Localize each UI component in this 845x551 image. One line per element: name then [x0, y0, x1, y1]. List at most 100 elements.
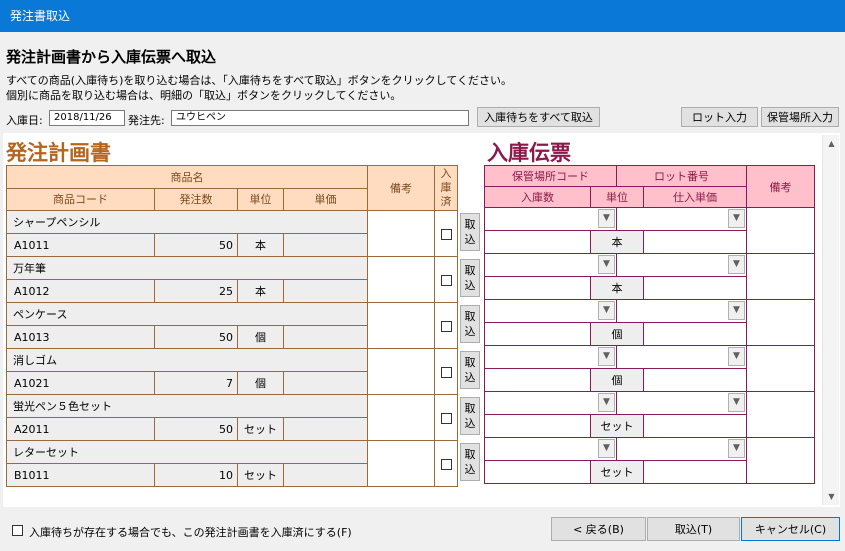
order-unit: セット	[237, 463, 284, 487]
unit-price-field[interactable]	[643, 368, 747, 392]
product-name: 万年筆	[6, 256, 368, 280]
chevron-down-icon[interactable]: ▼	[728, 393, 745, 412]
receipt-quantity-field[interactable]	[484, 414, 591, 438]
receipt-quantity-field[interactable]	[484, 230, 591, 254]
import-all-button[interactable]: 入庫待ちをすべて取込	[477, 107, 600, 127]
receipt-title: 入庫伝票	[487, 141, 571, 165]
memo-cell[interactable]	[367, 256, 435, 303]
row-import-label: 取込	[464, 448, 476, 476]
back-button[interactable]: < 戻る(B)	[551, 517, 646, 541]
row-import-button[interactable]: 取込	[460, 213, 480, 251]
memo-cell[interactable]	[367, 302, 435, 349]
receipt-memo-cell[interactable]	[746, 391, 815, 438]
row-import-label: 取込	[464, 218, 476, 246]
chevron-down-icon[interactable]: ▼	[598, 301, 615, 320]
location-code-select[interactable]: ▼	[484, 299, 617, 323]
header-receipt-memo: 備考	[746, 165, 815, 208]
unit-price-field[interactable]	[643, 230, 747, 254]
vertical-scrollbar[interactable]: ▲ ▼	[822, 135, 839, 505]
lot-number-select[interactable]: ▼	[616, 207, 747, 231]
memo-cell[interactable]	[367, 394, 435, 441]
chevron-down-icon[interactable]: ▼	[598, 209, 615, 228]
lot-number-select[interactable]: ▼	[616, 437, 747, 461]
receipt-memo-cell[interactable]	[746, 253, 815, 300]
memo-cell[interactable]	[367, 348, 435, 395]
row-import-label: 取込	[464, 402, 476, 430]
product-code: A1021	[6, 371, 155, 395]
receipt-memo-cell[interactable]	[746, 437, 815, 484]
force-received-checkbox[interactable]	[12, 525, 23, 536]
chevron-down-icon[interactable]: ▼	[598, 347, 615, 366]
location-code-select[interactable]: ▼	[484, 391, 617, 415]
unit-price-field[interactable]	[643, 322, 747, 346]
product-code: A2011	[6, 417, 155, 441]
order-unit: 本	[237, 233, 284, 257]
row-import-button[interactable]: 取込	[460, 305, 480, 343]
product-name: ペンケース	[6, 302, 368, 326]
memo-cell[interactable]	[367, 210, 435, 257]
chevron-down-icon[interactable]: ▼	[728, 255, 745, 274]
row-import-button[interactable]: 取込	[460, 259, 480, 297]
received-checkbox[interactable]	[440, 228, 452, 240]
receipt-quantity-field[interactable]	[484, 276, 591, 300]
receipt-memo-cell[interactable]	[746, 345, 815, 392]
order-quantity: 50	[154, 233, 238, 257]
received-cell	[434, 210, 458, 257]
unit-price-field[interactable]	[643, 460, 747, 484]
cancel-button[interactable]: キャンセル(C)	[741, 517, 840, 541]
received-cell	[434, 394, 458, 441]
lot-number-select[interactable]: ▼	[616, 299, 747, 323]
receipt-memo-cell[interactable]	[746, 299, 815, 346]
header-location-code: 保管場所コード	[484, 165, 617, 187]
receipt-memo-cell[interactable]	[746, 207, 815, 254]
row-import-button[interactable]: 取込	[460, 351, 480, 389]
location-input-button[interactable]: 保管場所入力	[761, 107, 839, 127]
order-quantity: 10	[154, 463, 238, 487]
chevron-down-icon[interactable]: ▼	[728, 209, 745, 228]
row-import-button[interactable]: 取込	[460, 397, 480, 435]
header-receipt-unit: 単位	[590, 186, 644, 208]
scroll-down-arrow-icon[interactable]: ▼	[823, 488, 840, 505]
force-received-label[interactable]: 入庫待ちが存在する場合でも、この発注計画書を入庫済にする(F)	[29, 524, 352, 540]
product-name: シャープペンシル	[6, 210, 368, 234]
receipt-quantity-field[interactable]	[484, 322, 591, 346]
chevron-down-icon[interactable]: ▼	[598, 255, 615, 274]
import-button[interactable]: 取込(T)	[647, 517, 740, 541]
chevron-down-icon[interactable]: ▼	[598, 393, 615, 412]
location-code-select[interactable]: ▼	[484, 207, 617, 231]
receipt-quantity-field[interactable]	[484, 368, 591, 392]
location-code-select[interactable]: ▼	[484, 345, 617, 369]
location-code-select[interactable]: ▼	[484, 253, 617, 277]
unit-price-field[interactable]	[643, 276, 747, 300]
receipt-unit: 個	[590, 322, 644, 346]
chevron-down-icon[interactable]: ▼	[728, 347, 745, 366]
received-cell	[434, 302, 458, 349]
scroll-up-arrow-icon[interactable]: ▲	[823, 135, 840, 152]
received-checkbox[interactable]	[440, 412, 452, 424]
lot-number-select[interactable]: ▼	[616, 345, 747, 369]
received-checkbox[interactable]	[440, 366, 452, 378]
chevron-down-icon[interactable]: ▼	[728, 439, 745, 458]
unit-price-field[interactable]	[643, 414, 747, 438]
receipt-quantity-field[interactable]	[484, 460, 591, 484]
vendor-field[interactable]: ユウヒペン	[171, 110, 469, 126]
location-code-select[interactable]: ▼	[484, 437, 617, 461]
product-name: 蛍光ペン５色セット	[6, 394, 368, 418]
received-checkbox[interactable]	[440, 458, 452, 470]
received-cell	[434, 440, 458, 487]
header-memo: 備考	[367, 165, 435, 211]
received-checkbox[interactable]	[440, 320, 452, 332]
chevron-down-icon[interactable]: ▼	[598, 439, 615, 458]
lot-input-button[interactable]: ロット入力	[681, 107, 758, 127]
date-field[interactable]: 2018/11/26	[49, 110, 125, 126]
product-code: A1013	[6, 325, 155, 349]
received-checkbox[interactable]	[440, 274, 452, 286]
row-import-button[interactable]: 取込	[460, 443, 480, 481]
order-plan-title: 発注計画書	[6, 141, 111, 165]
lot-number-select[interactable]: ▼	[616, 253, 747, 277]
chevron-down-icon[interactable]: ▼	[728, 301, 745, 320]
memo-cell[interactable]	[367, 440, 435, 487]
lot-number-select[interactable]: ▼	[616, 391, 747, 415]
receipt-unit: 個	[590, 368, 644, 392]
product-code: A1012	[6, 279, 155, 303]
